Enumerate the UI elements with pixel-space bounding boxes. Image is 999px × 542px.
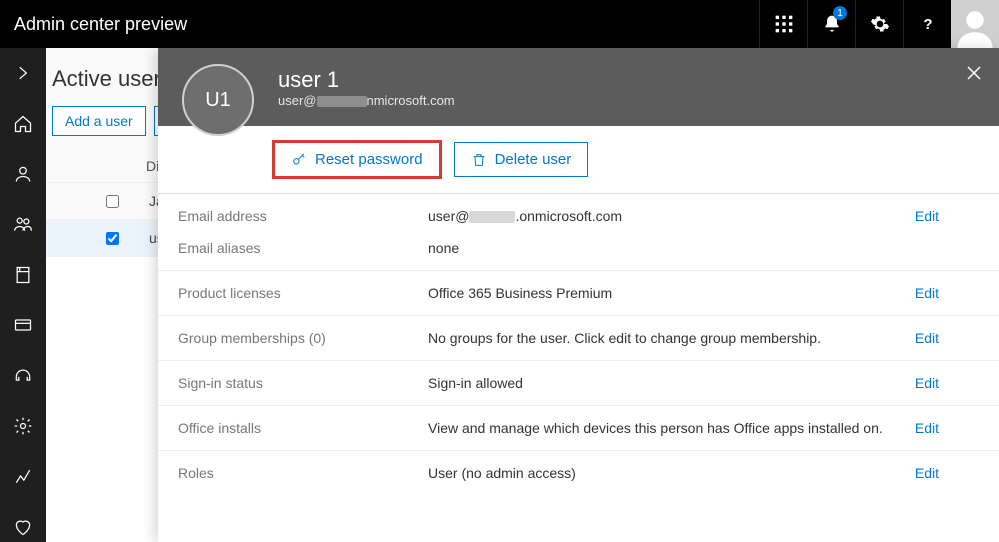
gear-icon[interactable] (855, 0, 903, 48)
detail-label: Roles (178, 465, 428, 481)
user-avatar-initials: U1 (182, 64, 254, 136)
email-prefix: user@ (428, 208, 469, 224)
detail-value: user@ .onmicrosoft.com (428, 208, 915, 224)
detail-label: Product licenses (178, 285, 428, 301)
key-icon (291, 152, 307, 168)
waffle-icon[interactable] (759, 0, 807, 48)
help-icon[interactable]: ? (903, 0, 951, 48)
flyout-actions: Reset password Delete user (158, 126, 999, 193)
row-email-address: Email address user@ .onmicrosoft.com Edit (158, 193, 999, 238)
row-group-memberships: Group memberships (0) No groups for the … (158, 315, 999, 360)
detail-label: Email aliases (178, 240, 428, 256)
flyout-head-text: user 1 user@ nmicrosoft.com (278, 67, 455, 108)
delete-user-label: Delete user (495, 151, 572, 168)
settings-icon[interactable] (0, 411, 46, 441)
row-checkbox[interactable] (106, 232, 119, 245)
detail-value: No groups for the user. Click edit to ch… (428, 330, 915, 346)
email-masked (469, 211, 515, 223)
app-title: Admin center preview (14, 14, 187, 35)
topbar-actions: 1 ? (759, 0, 999, 48)
edit-link[interactable]: Edit (915, 285, 979, 301)
add-user-button[interactable]: Add a user (52, 106, 146, 136)
row-email-aliases: Email aliases none (158, 238, 999, 270)
leftnav (0, 48, 46, 542)
detail-label: Email address (178, 208, 428, 224)
resources-icon[interactable] (0, 260, 46, 290)
detail-rows: Email address user@ .onmicrosoft.com Edit… (158, 193, 999, 542)
svg-text:?: ? (923, 16, 932, 33)
reset-password-button[interactable]: Reset password (274, 142, 440, 177)
row-roles: Roles User (no admin access) Edit (158, 450, 999, 495)
support-icon[interactable] (0, 360, 46, 390)
row-checkbox[interactable] (106, 195, 119, 208)
email-suffix: .onmicrosoft.com (515, 208, 622, 224)
row-product-licenses: Product licenses Office 365 Business Pre… (158, 270, 999, 315)
reports-icon[interactable] (0, 461, 46, 491)
detail-label: Office installs (178, 420, 428, 436)
home-icon[interactable] (0, 108, 46, 138)
user-flyout-panel: U1 user 1 user@ nmicrosoft.com Reset pass… (158, 48, 999, 542)
detail-value: Sign-in allowed (428, 375, 915, 391)
email-prefix: user@ (278, 93, 317, 108)
avatar[interactable] (951, 0, 999, 48)
row-signin-status: Sign-in status Sign-in allowed Edit (158, 360, 999, 405)
reset-password-label: Reset password (315, 151, 423, 168)
topbar: Admin center preview 1 ? (0, 0, 999, 48)
notifications-badge: 1 (833, 6, 847, 20)
health-icon[interactable] (0, 512, 46, 542)
trash-icon (471, 152, 487, 168)
detail-label: Sign-in status (178, 375, 428, 391)
flyout-header: U1 user 1 user@nmicrosoft.com (158, 48, 999, 126)
detail-label: Group memberships (0) (178, 330, 428, 346)
detail-value: View and manage which devices this perso… (428, 420, 915, 436)
edit-link[interactable]: Edit (915, 465, 979, 481)
billing-icon[interactable] (0, 310, 46, 340)
user-icon[interactable] (0, 159, 46, 189)
row-office-installs: Office installs View and manage which de… (158, 405, 999, 450)
bell-icon[interactable]: 1 (807, 0, 855, 48)
detail-value: Office 365 Business Premium (428, 285, 915, 301)
close-icon[interactable] (965, 64, 983, 85)
edit-link[interactable]: Edit (915, 375, 979, 391)
edit-link[interactable]: Edit (915, 420, 979, 436)
detail-value: User (no admin access) (428, 465, 915, 481)
delete-user-button[interactable]: Delete user (454, 142, 589, 177)
email-suffix: nmicrosoft.com (367, 93, 455, 108)
edit-link[interactable]: Edit (915, 330, 979, 346)
nav-expand-icon[interactable] (0, 58, 46, 88)
flyout-user-email: user@ nmicrosoft.com (278, 93, 455, 108)
groups-icon[interactable] (0, 209, 46, 239)
edit-link[interactable]: Edit (915, 208, 979, 224)
email-masked (317, 96, 367, 107)
detail-value: none (428, 240, 939, 256)
flyout-user-name: user 1 (278, 67, 455, 93)
